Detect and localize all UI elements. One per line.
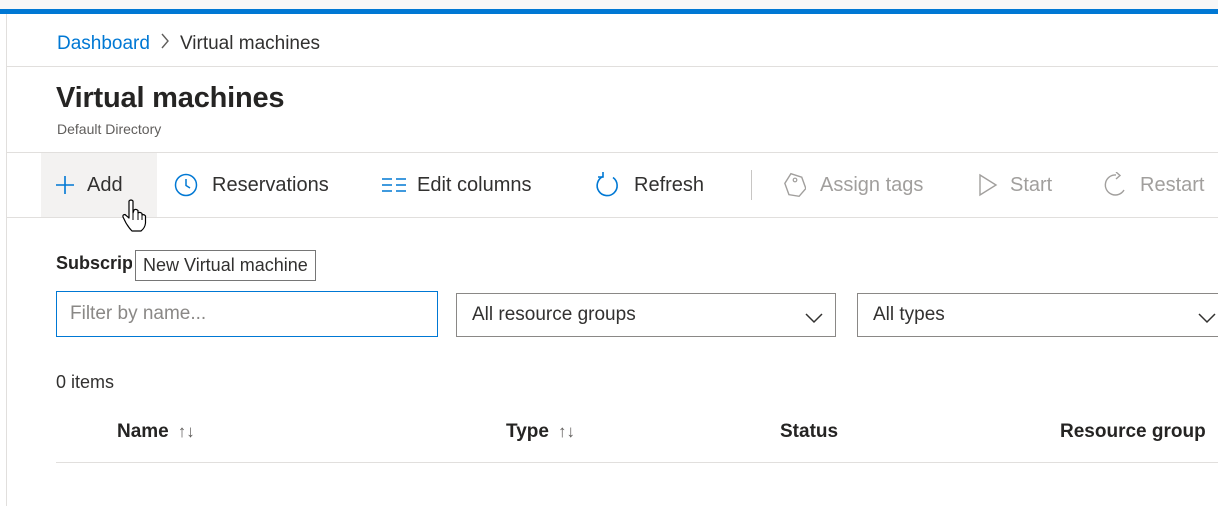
edit-columns-button-label: Edit columns	[417, 173, 532, 196]
breadcrumb-dashboard-link[interactable]: Dashboard	[57, 33, 150, 55]
clock-icon	[174, 173, 198, 197]
column-header-type-label: Type	[506, 421, 549, 442]
assign-tags-button-label: Assign tags	[820, 173, 924, 196]
restart-button-label: Restart	[1140, 173, 1205, 196]
start-button[interactable]: Start	[978, 153, 1052, 217]
filter-by-name-input[interactable]	[56, 291, 438, 337]
resource-group-dropdown-value: All resource groups	[472, 304, 636, 325]
subscriptions-label: Subscriptions	[56, 253, 132, 273]
assign-tags-button[interactable]: Assign tags	[784, 153, 923, 217]
column-header-name[interactable]: Name ↑↓	[117, 421, 195, 443]
columns-icon	[382, 178, 406, 192]
command-bar: Add Reservations Edit columns Refresh As…	[41, 153, 1218, 217]
page-subtitle: Default Directory	[57, 121, 162, 137]
type-dropdown-value: All types	[873, 304, 945, 325]
chevron-down-icon	[805, 308, 823, 330]
column-header-name-label: Name	[117, 421, 169, 442]
play-icon	[978, 173, 998, 197]
restart-button[interactable]: Restart	[1104, 153, 1204, 217]
breadcrumb: Dashboard Virtual machines	[57, 31, 320, 57]
refresh-icon	[594, 171, 620, 199]
refresh-button[interactable]: Refresh	[594, 153, 704, 217]
sort-arrows-icon: ↑↓	[177, 422, 195, 441]
start-button-label: Start	[1010, 173, 1053, 196]
page-title: Virtual machines	[56, 82, 285, 114]
tag-icon	[784, 172, 806, 198]
column-header-type[interactable]: Type ↑↓	[506, 421, 575, 443]
reservations-button[interactable]: Reservations	[174, 153, 329, 217]
toolbar-divider	[751, 170, 752, 200]
chevron-right-icon	[161, 33, 169, 49]
blade-left-border	[6, 14, 7, 506]
edit-columns-button[interactable]: Edit columns	[382, 153, 532, 217]
plus-icon	[55, 175, 75, 195]
type-dropdown[interactable]: All types	[857, 293, 1218, 337]
refresh-button-label: Refresh	[634, 173, 705, 196]
portal-top-accent-bar	[0, 9, 1218, 14]
breadcrumb-current: Virtual machines	[179, 33, 321, 54]
top-fade	[0, 0, 1218, 9]
column-header-status: Status	[780, 421, 838, 443]
toolbar-bottom-divider	[7, 217, 1218, 218]
resource-group-dropdown[interactable]: All resource groups	[456, 293, 836, 337]
reservations-button-label: Reservations	[212, 173, 329, 196]
restart-icon	[1104, 172, 1128, 198]
breadcrumb-divider	[7, 66, 1218, 67]
sort-arrows-icon: ↑↓	[557, 422, 575, 441]
column-header-resource-group: Resource group	[1060, 421, 1218, 443]
chevron-down-icon	[1198, 308, 1216, 330]
column-header-status-label: Status	[780, 421, 839, 442]
breadcrumb-separator	[160, 33, 170, 55]
table-header-divider	[56, 462, 1218, 463]
add-button-label: Add	[87, 173, 123, 196]
hand-cursor-icon	[120, 199, 148, 238]
column-header-resource-group-label: Resource group	[1060, 421, 1206, 442]
item-count: 0 items	[56, 372, 115, 392]
add-button-tooltip: New Virtual machine	[135, 250, 316, 281]
